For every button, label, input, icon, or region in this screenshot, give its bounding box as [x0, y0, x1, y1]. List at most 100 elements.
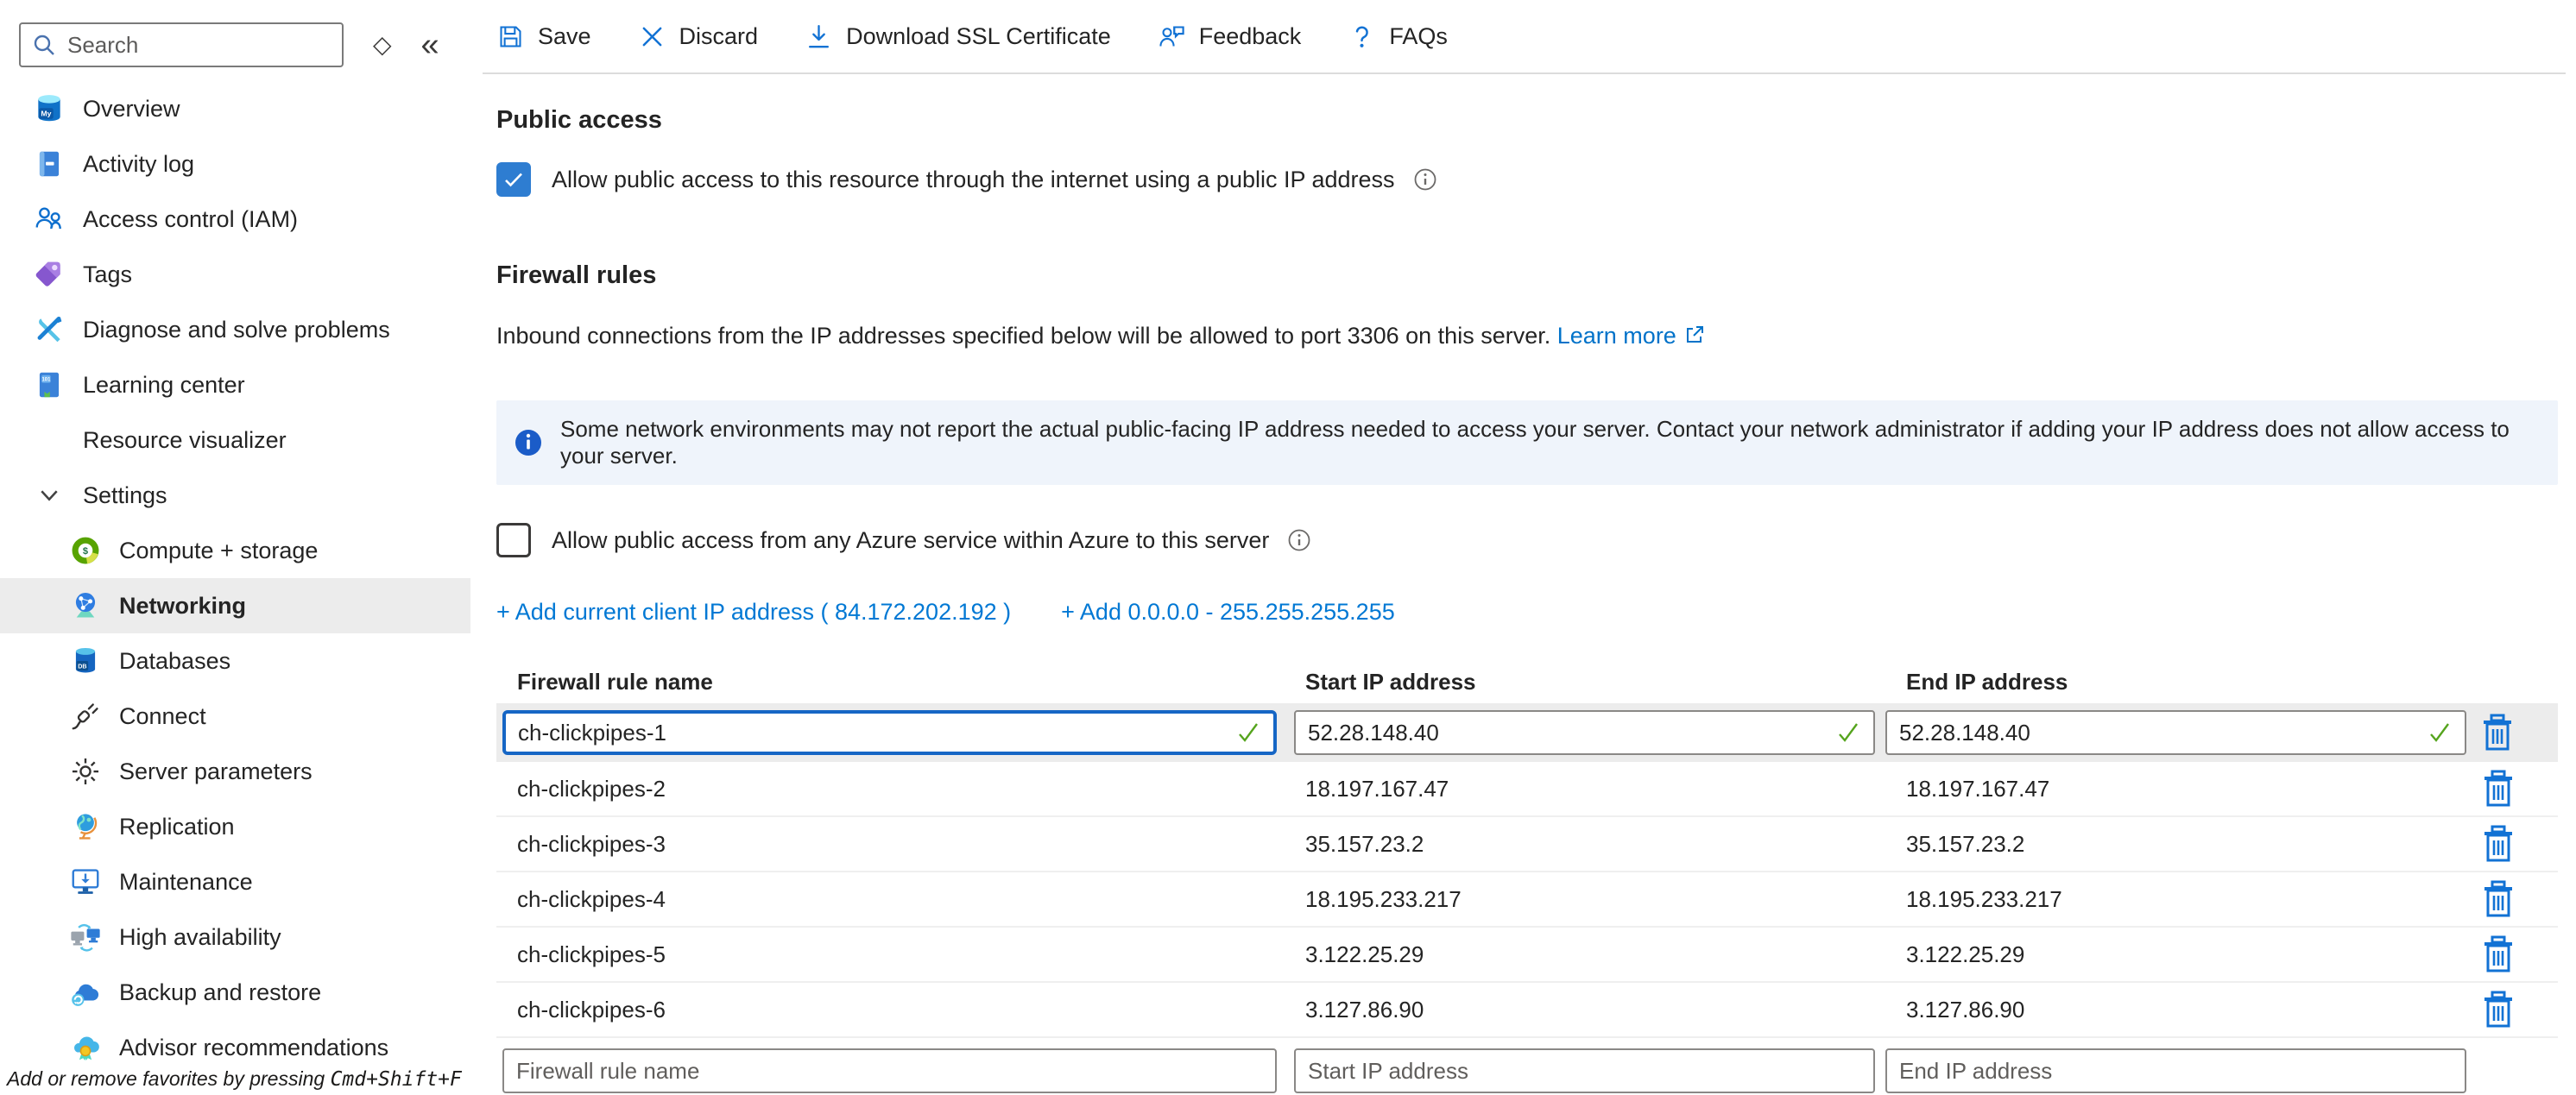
sidebar-item-backup-and-restore[interactable]: Backup and restore	[0, 965, 470, 1020]
check-icon	[502, 167, 526, 192]
sidebar-item-learning-center[interactable]: 101 Learning center	[0, 357, 470, 412]
start-ip-cell: 35.157.23.2	[1305, 831, 1906, 858]
azure-services-checkbox[interactable]	[496, 523, 531, 557]
info-banner: Some network environments may not report…	[496, 400, 2558, 485]
save-icon	[496, 22, 525, 51]
sidebar-item-label: Learning center	[83, 372, 245, 399]
sidebar-item-activity-log[interactable]: Activity log	[0, 136, 470, 192]
info-banner-text: Some network environments may not report…	[560, 416, 2558, 469]
azure-services-checkbox-row: Allow public access from any Azure servi…	[496, 521, 2576, 559]
svg-text:My: My	[41, 110, 51, 118]
download-ssl-certificate-button[interactable]: Download SSL Certificate	[805, 22, 1111, 51]
sidebar-item-maintenance[interactable]: Maintenance	[0, 854, 470, 909]
sidebar-item-diagnose-and-solve-problems[interactable]: Diagnose and solve problems	[0, 302, 470, 357]
header-end-ip: End IP address	[1906, 669, 2558, 693]
valid-check-icon	[1835, 720, 1861, 746]
add-all-ips-link[interactable]: + Add 0.0.0.0 - 255.255.255.255	[1061, 599, 1395, 626]
download-icon	[805, 22, 833, 51]
chevron-down-icon	[33, 479, 66, 512]
delete-rule-button[interactable]	[2480, 769, 2516, 809]
firewall-rule-row: ch-clickpipes-418.195.233.21718.195.233.…	[496, 872, 2558, 928]
sidebar-item-databases[interactable]: DBDatabases	[0, 633, 470, 689]
sidebar-item-access-control-iam[interactable]: Access control (IAM)	[0, 192, 470, 247]
sidebar-item-compute-storage[interactable]: $ Compute + storage	[0, 523, 470, 578]
sidebar-item-label: Compute + storage	[119, 538, 318, 564]
discard-button[interactable]: Discard	[638, 22, 759, 51]
sidebar-item-resource-visualizer[interactable]: Resource visualizer	[0, 412, 470, 468]
valid-check-icon	[2427, 720, 2453, 746]
sidebar-item-replication[interactable]: Replication	[0, 799, 470, 854]
sidebar-item-tags[interactable]: Tags	[0, 247, 470, 302]
sidebar-item-server-parameters[interactable]: Server parameters	[0, 744, 470, 799]
feedback-button[interactable]: Feedback	[1158, 22, 1302, 51]
public-access-heading: Public access	[496, 105, 2576, 135]
new-start-ip-input[interactable]	[1296, 1057, 1873, 1086]
delete-rule-button[interactable]	[2480, 990, 2516, 1029]
new-rule-row	[496, 1047, 2558, 1095]
svg-text:$: $	[83, 546, 88, 557]
discard-icon	[638, 22, 666, 51]
add-client-ip-link[interactable]: + Add current client IP address ( 84.172…	[496, 599, 1011, 626]
sidebar-item-label: Activity log	[83, 151, 194, 178]
feedback-icon	[1158, 22, 1186, 51]
sidebar-item-label: Advisor recommendations	[119, 1035, 388, 1061]
new-end-ip-input[interactable]	[1887, 1057, 2465, 1086]
sidebar-item-overview[interactable]: MyOverview	[0, 81, 470, 136]
rule-name-input[interactable]	[506, 719, 1273, 747]
sidebar-item-label: Replication	[119, 814, 235, 840]
sidebar-item-label: Access control (IAM)	[83, 206, 298, 233]
info-icon[interactable]	[1412, 167, 1438, 192]
diamond-icon[interactable]: ◇	[373, 33, 392, 57]
search-input[interactable]	[66, 31, 331, 60]
svg-text:DB: DB	[78, 663, 86, 670]
backup-restore-icon	[69, 976, 102, 1009]
toolbar-button-label: Save	[538, 23, 591, 50]
end-ip-input[interactable]	[1887, 719, 2465, 747]
delete-rule-button[interactable]	[2480, 824, 2516, 864]
firewall-rule-row: ch-clickpipes-63.127.86.903.127.86.90	[496, 983, 2558, 1038]
sidebar-item-label: Settings	[83, 482, 167, 509]
networking-icon	[69, 589, 102, 622]
start-ip-cell: 3.127.86.90	[1305, 997, 1906, 1023]
high-availability-icon	[69, 921, 102, 953]
start-ip-input[interactable]	[1296, 719, 1873, 747]
new-start-ip-field	[1294, 1048, 1875, 1093]
new-rule-name-field	[502, 1048, 1277, 1093]
faqs-button[interactable]: FAQs	[1348, 22, 1448, 51]
new-rule-name-input[interactable]	[504, 1057, 1275, 1086]
rule-name-field	[502, 710, 1277, 755]
save-button[interactable]: Save	[496, 22, 591, 51]
search-box	[19, 22, 344, 67]
delete-rule-button[interactable]	[2480, 935, 2516, 974]
delete-rule-button[interactable]	[2479, 713, 2516, 752]
sidebar-item-label: Server parameters	[119, 758, 313, 785]
end-ip-cell: 18.195.233.217	[1906, 886, 2480, 913]
sidebar-item-connect[interactable]: Connect	[0, 689, 470, 744]
sidebar-item-settings[interactable]: Settings	[0, 468, 470, 523]
public-access-checkbox-label: Allow public access to this resource thr…	[552, 167, 1395, 193]
favorites-hint: Add or remove favorites by pressing Cmd+…	[7, 1067, 462, 1091]
search-icon	[31, 32, 57, 58]
firewall-description: Inbound connections from the IP addresse…	[496, 321, 2576, 350]
rule-name-cell: ch-clickpipes-4	[517, 886, 1305, 913]
public-access-checkbox[interactable]	[496, 162, 531, 197]
toolbar-button-label: Discard	[679, 23, 759, 50]
tag-icon	[33, 258, 66, 291]
table-header-row: Firewall rule name Start IP address End …	[496, 669, 2558, 693]
learning-center-icon: 101	[33, 368, 66, 401]
activity-log-icon	[33, 148, 66, 180]
replication-icon	[69, 810, 102, 843]
delete-rule-button[interactable]	[2480, 879, 2516, 919]
sidebar-item-high-availability[interactable]: High availability	[0, 909, 470, 965]
networking-content: Public access Allow public access to thi…	[470, 74, 2576, 1095]
toolbar-button-label: FAQs	[1389, 23, 1448, 50]
learn-more-link[interactable]: Learn more	[1557, 323, 1676, 349]
info-icon[interactable]	[1286, 527, 1312, 553]
resource-visualizer-icon	[33, 424, 66, 456]
sidebar-nav: MyOverview Activity log Access control (IA…	[0, 81, 470, 1075]
sidebar-item-networking[interactable]: Networking	[0, 578, 470, 633]
collapse-sidebar-icon[interactable]: «	[421, 28, 438, 61]
advisor-icon	[69, 1031, 102, 1064]
end-ip-cell: 3.127.86.90	[1906, 997, 2480, 1023]
external-link-icon	[1683, 324, 1706, 346]
